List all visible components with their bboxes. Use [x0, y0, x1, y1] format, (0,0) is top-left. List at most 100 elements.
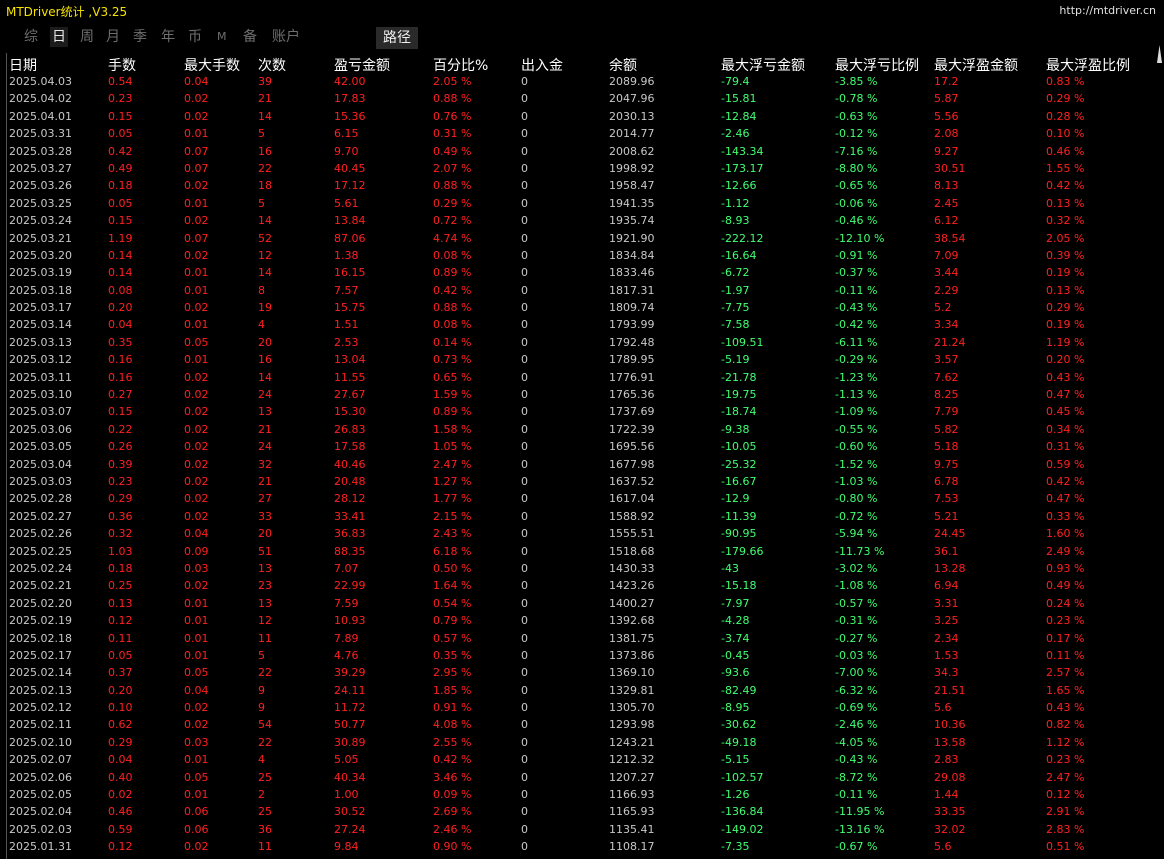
table-row[interactable]: 2025.03.03 0.23 0.02 21 20.48 1.27 % 0 1637.52 -…	[9, 475, 1154, 492]
table-cell: 10.36	[934, 718, 966, 732]
table-cell: 0	[521, 701, 528, 715]
table-row[interactable]: 2025.02.07 0.04 0.01 4 5.05 0.42 % 0 1212.32 -5.…	[9, 753, 1154, 770]
table-row[interactable]: 2025.02.06 0.40 0.05 25 40.34 3.46 % 0 1207.27 -…	[9, 771, 1154, 788]
tab-1[interactable]: 日	[50, 27, 68, 47]
column-header-date[interactable]: 日期	[9, 55, 37, 75]
table-row[interactable]: 2025.03.04 0.39 0.02 32 40.46 2.47 % 0 1677.98 -…	[9, 458, 1154, 475]
table-row[interactable]: 2025.03.21 1.19 0.07 52 87.06 4.74 % 0 1921.90 -…	[9, 232, 1154, 249]
column-header-max-float-profit-pct[interactable]: 最大浮盈比例	[1046, 55, 1130, 75]
table-row[interactable]: 2025.03.18 0.08 0.01 8 7.57 0.42 % 0 1817.31 -1.…	[9, 284, 1154, 301]
table-row[interactable]: 2025.03.25 0.05 0.01 5 5.61 0.29 % 0 1941.35 -1.…	[9, 197, 1154, 214]
tab-4[interactable]: 季	[131, 27, 149, 47]
table-row[interactable]: 2025.02.17 0.05 0.01 5 4.76 0.35 % 0 1373.86 -0.…	[9, 649, 1154, 666]
table-cell: 20	[258, 335, 272, 349]
table-row[interactable]: 2025.02.12 0.10 0.02 9 11.72 0.91 % 0 1305.70 -8…	[9, 701, 1154, 718]
table-row[interactable]: 2025.03.11 0.16 0.02 14 11.55 0.65 % 0 1776.91 -…	[9, 371, 1154, 388]
table-cell: 0.15	[108, 405, 133, 419]
column-header-profit[interactable]: 盈亏金额	[334, 55, 390, 75]
tab-6[interactable]: 币	[186, 27, 204, 47]
column-header-count[interactable]: 次数	[258, 55, 286, 75]
table-row[interactable]: 2025.03.17 0.20 0.02 19 15.75 0.88 % 0 1809.74 -…	[9, 301, 1154, 318]
column-header-deposit[interactable]: 出入金	[521, 55, 563, 75]
column-header-max-lots[interactable]: 最大手数	[184, 55, 240, 75]
table-row[interactable]: 2025.02.18 0.11 0.01 11 7.89 0.57 % 0 1381.75 -3…	[9, 632, 1154, 649]
table-cell: -12.66	[721, 179, 757, 193]
table-row[interactable]: 2025.02.25 1.03 0.09 51 88.35 6.18 % 0 1518.68 -…	[9, 545, 1154, 562]
table-cell: 0.29 %	[1046, 301, 1085, 315]
table-row[interactable]: 2025.02.24 0.18 0.03 13 7.07 0.50 % 0 1430.33 -4…	[9, 562, 1154, 579]
table-row[interactable]: 2025.02.13 0.20 0.04 9 24.11 1.85 % 0 1329.81 -8…	[9, 684, 1154, 701]
table-cell: 0.27	[108, 388, 133, 402]
table-row[interactable]: 2025.03.28 0.42 0.07 16 9.70 0.49 % 0 2008.62 -1…	[9, 145, 1154, 162]
table-row[interactable]: 2025.02.14 0.37 0.05 22 39.29 2.95 % 0 1369.10 -…	[9, 666, 1154, 683]
table-cell: 2025.02.19	[9, 614, 72, 628]
table-cell: 2025.02.25	[9, 544, 72, 558]
table-cell: 1108.17	[609, 840, 655, 854]
path-button[interactable]: 路径	[376, 27, 418, 49]
table-cell: 19	[258, 301, 272, 315]
table-row[interactable]: 2025.02.03 0.59 0.06 36 27.24 2.46 % 0 1135.41 -…	[9, 823, 1154, 840]
tab-2[interactable]: 周	[78, 27, 96, 47]
table-row[interactable]: 2025.02.10 0.29 0.03 22 30.89 2.55 % 0 1243.21 -…	[9, 736, 1154, 753]
table-row[interactable]: 2025.04.01 0.15 0.02 14 15.36 0.76 % 0 2030.13 -…	[9, 110, 1154, 127]
tab-0[interactable]: 综	[22, 27, 40, 47]
table-row[interactable]: 2025.02.21 0.25 0.02 23 22.99 1.64 % 0 1423.26 -…	[9, 579, 1154, 596]
table-cell: 0	[521, 614, 528, 628]
table-row[interactable]: 2025.03.27 0.49 0.07 22 40.45 2.07 % 0 1998.92 -…	[9, 162, 1154, 179]
column-header-max-float-profit[interactable]: 最大浮盈金额	[934, 55, 1018, 75]
table-row[interactable]: 2025.02.04 0.46 0.06 25 30.52 2.69 % 0 1165.93 -…	[9, 805, 1154, 822]
column-header-percent[interactable]: 百分比%	[433, 55, 488, 75]
column-header-balance[interactable]: 余额	[609, 55, 637, 75]
table-cell: 1392.68	[609, 614, 655, 628]
table-row[interactable]: 2025.02.28 0.29 0.02 27 28.12 1.77 % 0 1617.04 -…	[9, 492, 1154, 509]
table-cell: 1637.52	[609, 474, 655, 488]
table-cell: 36.83	[334, 527, 366, 541]
column-header-max-float-loss-pct[interactable]: 最大浮亏比例	[835, 55, 919, 75]
table-row[interactable]: 2025.04.03 0.54 0.04 39 42.00 2.05 % 0 2089.96 -…	[9, 75, 1154, 92]
website-link[interactable]: http://mtdriver.cn	[1059, 4, 1156, 17]
table-cell: 24.11	[334, 683, 366, 697]
table-row[interactable]: 2025.02.19 0.12 0.01 12 10.93 0.79 % 0 1392.68 -…	[9, 614, 1154, 631]
table-cell: 0.25	[108, 579, 133, 593]
table-cell: 6.15	[334, 127, 359, 141]
tab-7[interactable]: M	[215, 27, 229, 47]
table-row[interactable]: 2025.03.12 0.16 0.01 16 13.04 0.73 % 0 1789.95 -…	[9, 353, 1154, 370]
table-cell: 0.14	[108, 266, 133, 280]
table-row[interactable]: 2025.03.19 0.14 0.01 14 16.15 0.89 % 0 1833.46 -…	[9, 266, 1154, 283]
scrollbar[interactable]	[1155, 44, 1164, 859]
table-row[interactable]: 2025.04.02 0.23 0.02 21 17.83 0.88 % 0 2047.96 -…	[9, 92, 1154, 109]
table-cell: 1.03	[108, 544, 133, 558]
table-cell: -1.03 %	[835, 474, 878, 488]
tab-8[interactable]: 备	[241, 27, 259, 47]
table-row[interactable]: 2025.03.06 0.22 0.02 21 26.83 1.58 % 0 1722.39 -…	[9, 423, 1154, 440]
tab-9[interactable]: 账户	[270, 27, 302, 47]
table-row[interactable]: 2025.02.20 0.13 0.01 13 7.59 0.54 % 0 1400.27 -7…	[9, 597, 1154, 614]
table-row[interactable]: 2025.03.20 0.14 0.02 12 1.38 0.08 % 0 1834.84 -1…	[9, 249, 1154, 266]
tab-3[interactable]: 月	[104, 27, 122, 47]
table-cell: -0.78 %	[835, 92, 878, 106]
column-header-max-float-loss[interactable]: 最大浮亏金额	[721, 55, 805, 75]
table-cell: 0.02	[184, 109, 209, 123]
table-row[interactable]: 2025.03.24 0.15 0.02 14 13.84 0.72 % 0 1935.74 -…	[9, 214, 1154, 231]
table-row[interactable]: 2025.03.26 0.18 0.02 18 17.12 0.88 % 0 1958.47 -…	[9, 179, 1154, 196]
column-header-lots[interactable]: 手数	[108, 55, 136, 75]
table-row[interactable]: 2025.03.05 0.26 0.02 24 17.58 1.05 % 0 1695.56 -…	[9, 440, 1154, 457]
table-row[interactable]: 2025.02.27 0.36 0.02 33 33.41 2.15 % 0 1588.92 -…	[9, 510, 1154, 527]
table-row[interactable]: 2025.03.31 0.05 0.01 5 6.15 0.31 % 0 2014.77 -2.…	[9, 127, 1154, 144]
table-row[interactable]: 2025.01.31 0.12 0.02 11 9.84 0.90 % 0 1108.17 -7…	[9, 840, 1154, 857]
table-cell: 1400.27	[609, 596, 655, 610]
table-row[interactable]: 2025.02.11 0.62 0.02 54 50.77 4.08 % 0 1293.98 -…	[9, 718, 1154, 735]
table-cell: -2.46	[721, 127, 750, 141]
table-cell: 21.24	[934, 335, 966, 349]
table-row[interactable]: 2025.02.05 0.02 0.01 2 1.00 0.09 % 0 1166.93 -1.…	[9, 788, 1154, 805]
table-cell: 40.34	[334, 770, 366, 784]
table-row[interactable]: 2025.02.26 0.32 0.04 20 36.83 2.43 % 0 1555.51 -…	[9, 527, 1154, 544]
tab-5[interactable]: 年	[159, 27, 177, 47]
table-cell: -79.4	[721, 75, 750, 88]
table-row[interactable]: 2025.03.13 0.35 0.05 20 2.53 0.14 % 0 1792.48 -1…	[9, 336, 1154, 353]
table-row[interactable]: 2025.03.10 0.27 0.02 24 27.67 1.59 % 0 1765.36 -…	[9, 388, 1154, 405]
table-row[interactable]: 2025.03.14 0.04 0.01 4 1.51 0.08 % 0 1793.99 -7.…	[9, 318, 1154, 335]
table-cell: 0.12	[108, 614, 133, 628]
table-cell: 2025.02.18	[9, 631, 72, 645]
table-row[interactable]: 2025.03.07 0.15 0.02 13 15.30 0.89 % 0 1737.69 -…	[9, 405, 1154, 422]
